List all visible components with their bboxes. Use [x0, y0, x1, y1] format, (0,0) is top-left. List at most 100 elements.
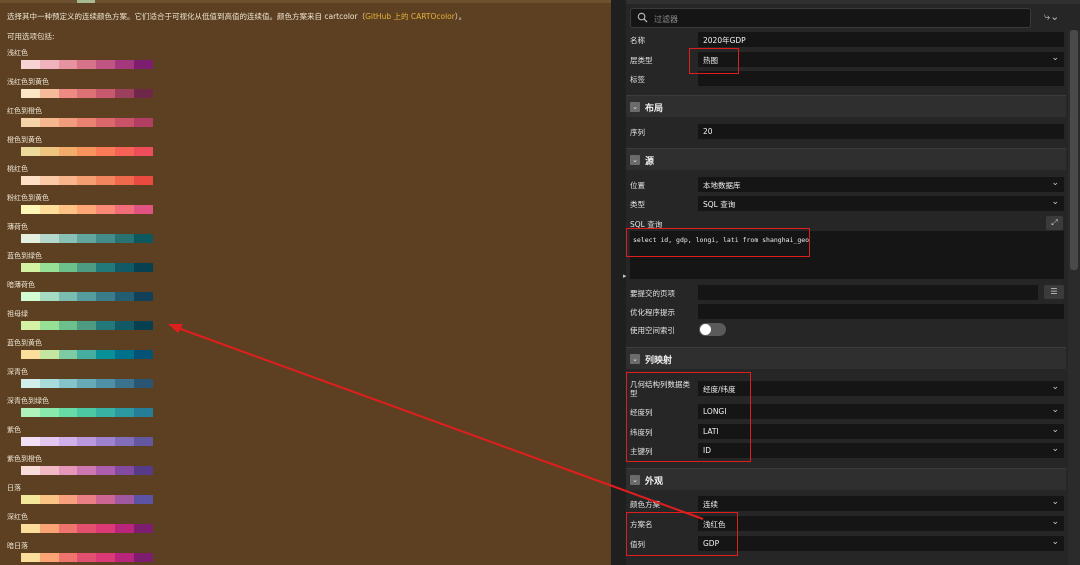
color-swatch: [77, 408, 97, 417]
scheme-name-row: 方案名 浅红色 ⌄: [626, 516, 1066, 532]
expand-code-editor-icon[interactable]: ⤢: [1046, 216, 1063, 230]
help-tab-indicator: [77, 0, 95, 3]
collapse-icon: ⌄: [630, 475, 640, 485]
sequence-field[interactable]: 20: [698, 124, 1064, 139]
chevron-down-icon: ⌄: [1051, 382, 1059, 392]
scheme-item: 粉红色到黄色: [7, 193, 153, 214]
color-swatch: [58, 205, 78, 214]
scheme-name: 深青色: [7, 368, 28, 376]
color-scheme-type-select[interactable]: 连续 ⌄: [698, 496, 1064, 511]
colmap-section-header[interactable]: ⌄ 列映射: [626, 347, 1066, 369]
lat-row: 纬度列 LATI ⌄: [626, 424, 1066, 440]
optimizer-field[interactable]: [698, 304, 1064, 319]
color-swatch: [96, 147, 115, 156]
panel-splitter[interactable]: ▸: [611, 0, 627, 565]
color-swatch: [21, 89, 40, 98]
color-swatch: [21, 321, 40, 330]
scheme-name-select[interactable]: 浅红色 ⌄: [698, 516, 1064, 531]
color-swatch: [21, 466, 40, 475]
lat-select[interactable]: LATI ⌄: [698, 424, 1064, 439]
lat-value: LATI: [703, 427, 719, 436]
layout-section-header[interactable]: ⌄ 布局: [626, 95, 1066, 117]
color-swatch: [39, 147, 59, 156]
appearance-section-header[interactable]: ⌄ 外观: [626, 468, 1066, 490]
geom-type-select[interactable]: 经度/纬度 ⌄: [698, 381, 1064, 396]
color-swatch: [133, 89, 153, 98]
color-swatch: [21, 234, 40, 243]
color-swatch: [58, 553, 78, 562]
chevron-down-icon: ⌄: [1051, 517, 1059, 527]
color-swatch: [58, 524, 78, 533]
colmap-section-title: 列映射: [645, 356, 673, 366]
type-select[interactable]: SQL 查询 ⌄: [698, 196, 1064, 211]
go-to-group-icon[interactable]: ⤷⌄: [1044, 10, 1059, 24]
color-swatch: [77, 118, 97, 127]
scheme-name: 浅红色到黄色: [7, 78, 49, 86]
scheme-name: 桃红色: [7, 165, 28, 173]
scheme-swatch-strip: [21, 379, 153, 388]
color-swatch: [39, 321, 59, 330]
scrollbar-thumb[interactable]: [1070, 30, 1078, 270]
color-swatch: [39, 553, 59, 562]
color-swatch: [77, 147, 97, 156]
scheme-name: 薄荷色: [7, 223, 28, 231]
value-col-select[interactable]: GDP ⌄: [698, 536, 1064, 551]
color-swatch: [114, 408, 134, 417]
help-intro: 选择其中一种预定义的连续颜色方案。它们适合于可视化从低值到高值的连续值。颜色方案…: [7, 11, 466, 22]
color-swatch: [114, 263, 134, 272]
geom-type-row: 几何结构列数据类型 经度/纬度 ⌄: [626, 380, 1066, 398]
list-picker-icon[interactable]: ☰: [1044, 285, 1064, 299]
color-swatch: [39, 292, 59, 301]
scheme-swatch-strip: [21, 118, 153, 127]
color-swatch: [77, 176, 97, 185]
lon-label: 经度列: [630, 408, 653, 417]
tag-field[interactable]: [698, 71, 1064, 86]
source-section-title: 源: [645, 157, 655, 167]
filter-input[interactable]: 过滤器: [630, 8, 1031, 28]
scheme-item: 紫色: [7, 425, 153, 446]
color-swatch: [133, 60, 153, 69]
property-scrollbar[interactable]: [1068, 30, 1080, 565]
scheme-swatch-strip: [21, 437, 153, 446]
scheme-name: 祖母绿: [7, 310, 28, 318]
scheme-name: 红色到橙色: [7, 107, 42, 115]
scheme-item: 红色到橙色: [7, 106, 153, 127]
scheme-swatch-strip: [21, 176, 153, 185]
scheme-item: 桃红色: [7, 164, 153, 185]
color-swatch: [21, 147, 40, 156]
color-swatch: [77, 321, 97, 330]
scheme-swatch-strip: [21, 495, 153, 504]
sql-query-editor[interactable]: select id, gdp, longi, lati from shangha…: [630, 231, 1064, 279]
layer-type-select[interactable]: 热图 ⌄: [698, 52, 1064, 67]
scheme-name-label: 方案名: [630, 520, 653, 529]
collapse-icon: ⌄: [630, 354, 640, 364]
pk-select[interactable]: ID ⌄: [698, 443, 1064, 458]
color-swatch: [21, 495, 40, 504]
color-swatch: [21, 205, 40, 214]
cartocolor-link[interactable]: GitHub 上的 CARTOcolor: [365, 12, 455, 21]
color-swatch: [114, 205, 134, 214]
name-field[interactable]: 2020年GDP: [698, 32, 1064, 47]
location-label: 位置: [630, 181, 645, 190]
color-swatch: [39, 350, 59, 359]
color-swatch: [96, 495, 115, 504]
submit-items-field[interactable]: [698, 285, 1038, 300]
color-swatch: [96, 553, 115, 562]
scheme-item: 暗日落: [7, 541, 153, 562]
source-section-header[interactable]: ⌄ 源: [626, 148, 1066, 170]
chevron-down-icon: ⌄: [1051, 425, 1059, 435]
color-swatch: [114, 379, 134, 388]
spatial-index-toggle[interactable]: [699, 323, 726, 336]
scheme-swatch-strip: [21, 466, 153, 475]
location-select[interactable]: 本地数据库 ⌄: [698, 177, 1064, 192]
color-swatch: [114, 321, 134, 330]
lon-select[interactable]: LONGI ⌄: [698, 404, 1064, 419]
color-scheme-type-value: 连续: [703, 500, 718, 509]
color-swatch: [96, 89, 115, 98]
color-swatch: [96, 437, 115, 446]
color-swatch: [114, 89, 134, 98]
color-swatch: [58, 234, 78, 243]
color-swatch: [77, 89, 97, 98]
color-swatch: [77, 553, 97, 562]
color-swatch: [39, 118, 59, 127]
